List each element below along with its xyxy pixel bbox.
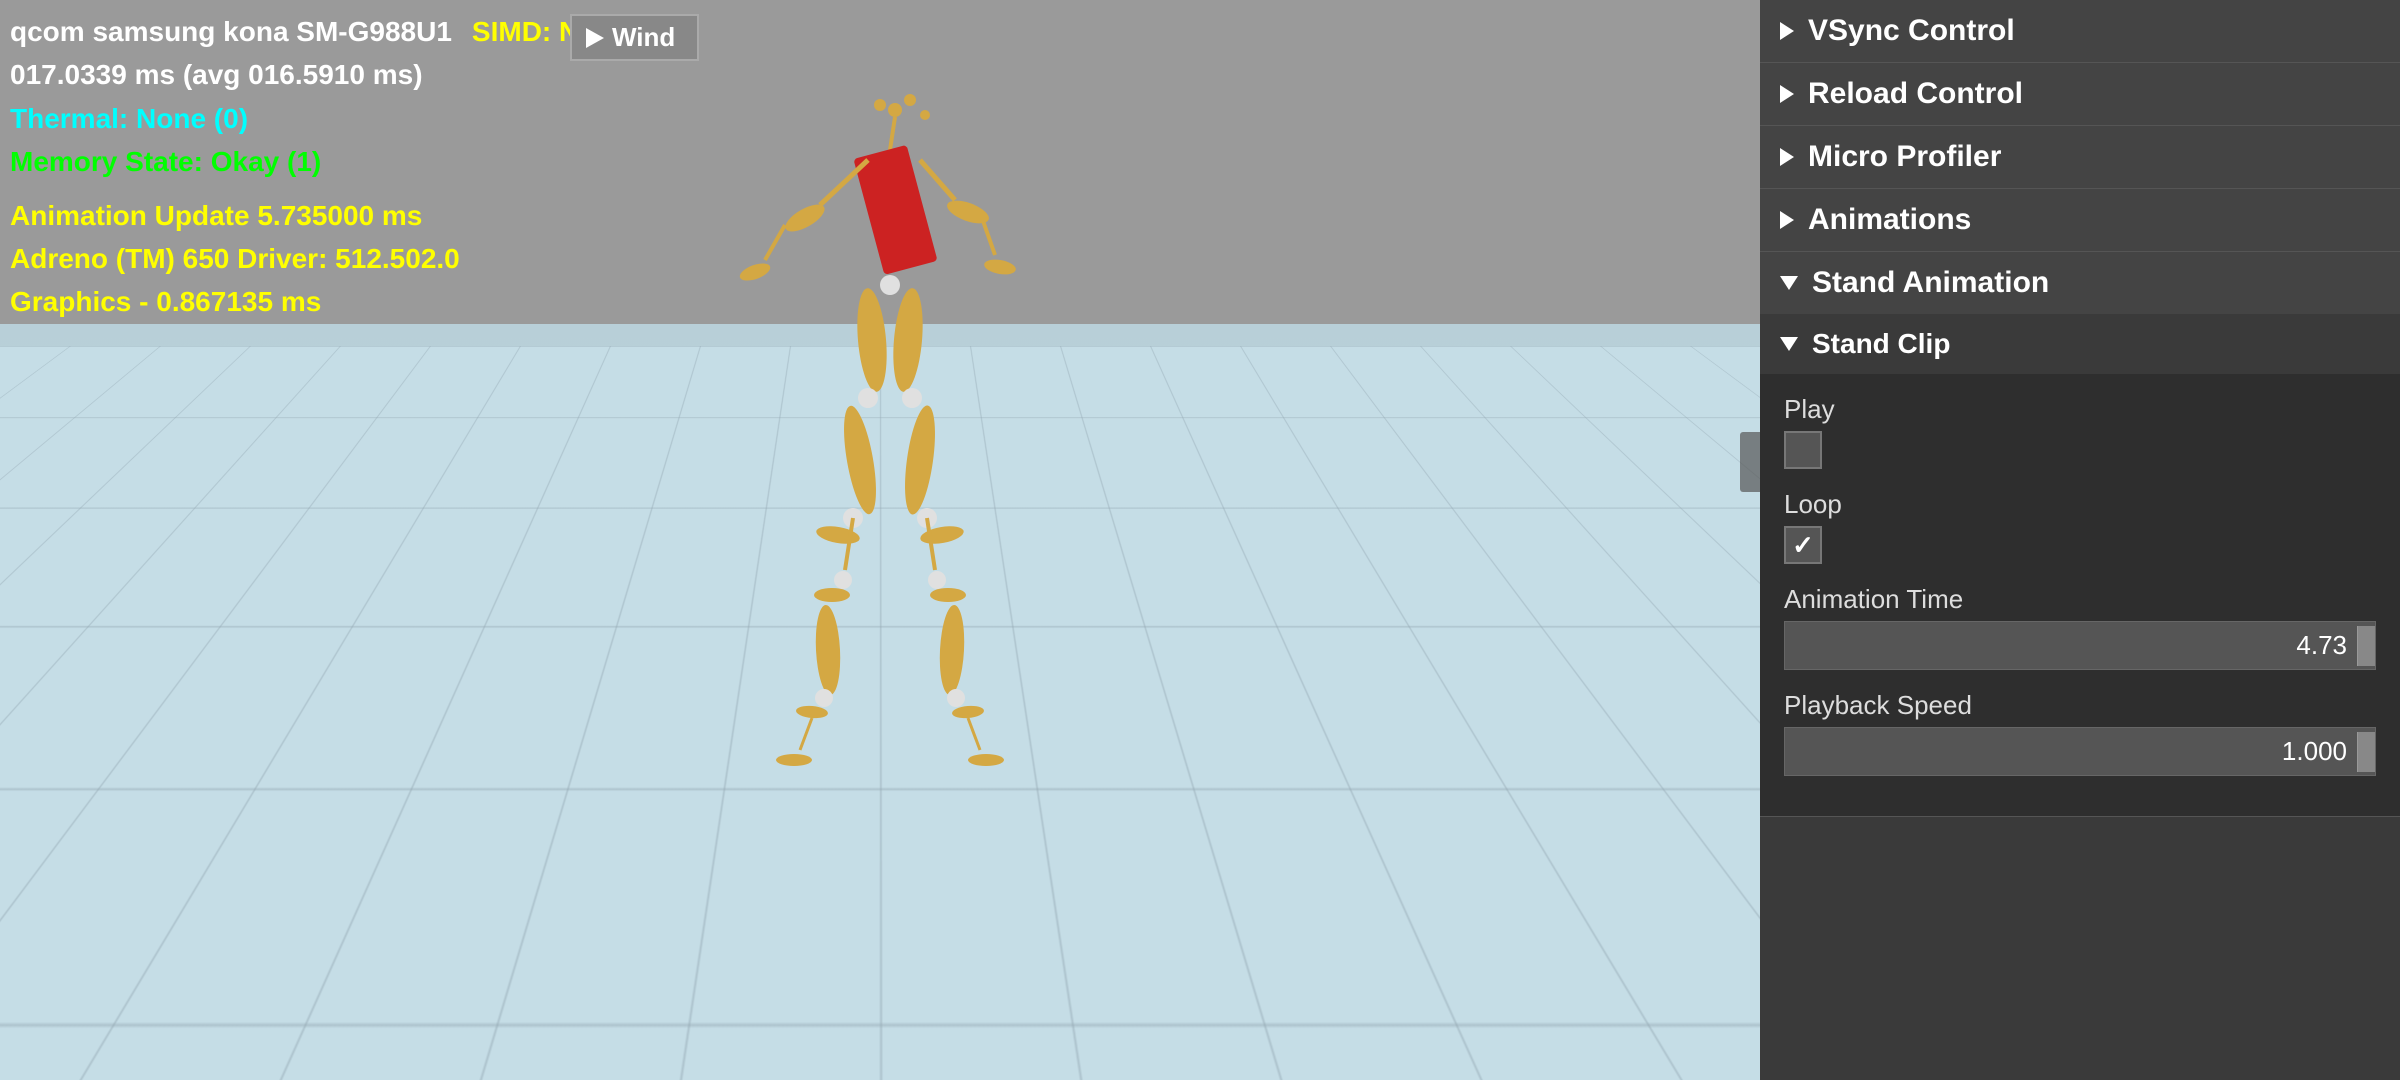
reload-label: Reload Control [1808,77,2023,111]
animation-time-handle[interactable] [2357,626,2375,666]
wind-button-label: Wind [612,22,675,53]
animations-row[interactable]: Animations [1760,189,2400,251]
stand-animation-row[interactable]: Stand Animation [1760,252,2400,314]
stand-animation-label: Stand Animation [1812,266,2049,300]
stand-clip-header[interactable]: Stand Clip [1760,314,2400,374]
viewport: qcom samsung kona SM-G988U1 SIMD: NEON 0… [0,0,1760,1080]
micro-profiler-section: Micro Profiler [1760,126,2400,189]
hud-thermal: Thermal: None (0) [10,97,640,140]
loop-checkbox[interactable]: ✓ [1784,526,1822,564]
play-label: Play [1784,394,2376,425]
reload-section: Reload Control [1760,63,2400,126]
micro-profiler-row[interactable]: Micro Profiler [1760,126,2400,188]
play-toggle[interactable] [1784,431,1822,469]
stand-clip-arrow-icon [1780,337,1798,351]
hud-graphics: Graphics - 0.867135 ms [10,280,640,323]
loop-checkmark: ✓ [1792,530,1814,561]
micro-profiler-label: Micro Profiler [1808,140,2001,174]
animations-section: Animations [1760,189,2400,252]
playback-speed-input-row: 1.000 [1784,727,2376,776]
animations-label: Animations [1808,203,1971,237]
hud-overlay: qcom samsung kona SM-G988U1 SIMD: NEON 0… [10,10,640,324]
right-panel: VSync Control Reload Control Micro Profi… [1760,0,2400,1080]
playback-speed-handle[interactable] [2357,732,2375,772]
reload-arrow-icon [1780,85,1794,103]
animation-time-value[interactable]: 4.73 [1785,622,2357,669]
hud-adreno: Adreno (TM) 650 Driver: 512.502.0 [10,237,640,280]
wind-button[interactable]: Wind [570,14,699,61]
vsync-section: VSync Control [1760,0,2400,63]
animations-arrow-icon [1780,211,1794,229]
loop-label: Loop [1784,489,2376,520]
play-prop: Play [1760,384,2400,479]
animation-time-label: Animation Time [1784,584,2376,615]
scroll-hint [1740,432,1760,492]
micro-profiler-arrow-icon [1780,148,1794,166]
playback-speed-label: Playback Speed [1784,690,2376,721]
animation-time-input-row: 4.73 [1784,621,2376,670]
vsync-arrow-icon [1780,22,1794,40]
wind-play-icon [586,28,604,48]
hud-memory: Memory State: Okay (1) [10,140,640,183]
stand-animation-content: Stand Clip Play Loop ✓ Anima [1760,314,2400,816]
hud-ms: 017.0339 ms (avg 016.5910 ms) [10,53,640,96]
loop-prop: Loop ✓ [1760,479,2400,574]
vsync-row[interactable]: VSync Control [1760,0,2400,62]
vsync-label: VSync Control [1808,14,2015,48]
hud-device: qcom samsung kona SM-G988U1 [10,16,452,47]
stand-animation-arrow-icon [1780,276,1798,290]
stand-animation-section: Stand Animation Stand Clip Play Loop [1760,252,2400,817]
stand-clip-label: Stand Clip [1812,328,1950,360]
character-skeleton [720,60,1040,840]
animation-time-prop: Animation Time 4.73 [1760,574,2400,680]
reload-row[interactable]: Reload Control [1760,63,2400,125]
playback-speed-prop: Playback Speed 1.000 [1760,680,2400,786]
hud-animation-update: Animation Update 5.735000 ms [10,194,640,237]
playback-speed-value[interactable]: 1.000 [1785,728,2357,775]
hud-line1: qcom samsung kona SM-G988U1 SIMD: NEON [10,10,640,53]
